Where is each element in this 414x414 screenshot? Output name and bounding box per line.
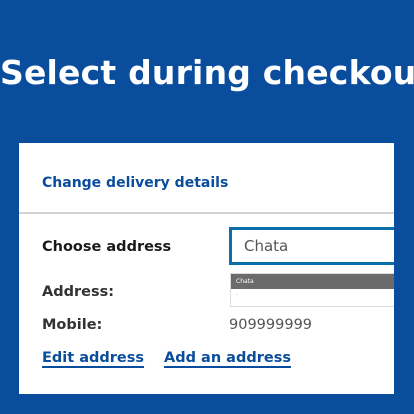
divider — [19, 212, 394, 214]
card-title: Change delivery details — [42, 175, 229, 191]
mobile-label: Mobile: — [42, 317, 103, 333]
suggestion-item[interactable]: Chata — [231, 274, 394, 289]
banner-headline: Select during checkout — [0, 53, 414, 92]
delivery-details-card: Change delivery details Choose address C… — [19, 143, 394, 394]
suggestion-item-detail: . — [236, 290, 238, 297]
choose-address-input[interactable] — [229, 227, 394, 265]
add-address-link[interactable]: Add an address — [164, 347, 291, 369]
address-label: Address: — [42, 284, 115, 300]
mobile-value: 909999999 — [229, 317, 313, 333]
edit-address-link[interactable]: Edit address — [42, 347, 144, 369]
choose-address-label: Choose address — [42, 239, 172, 255]
address-suggestions-dropdown: Chata . — [230, 273, 394, 307]
